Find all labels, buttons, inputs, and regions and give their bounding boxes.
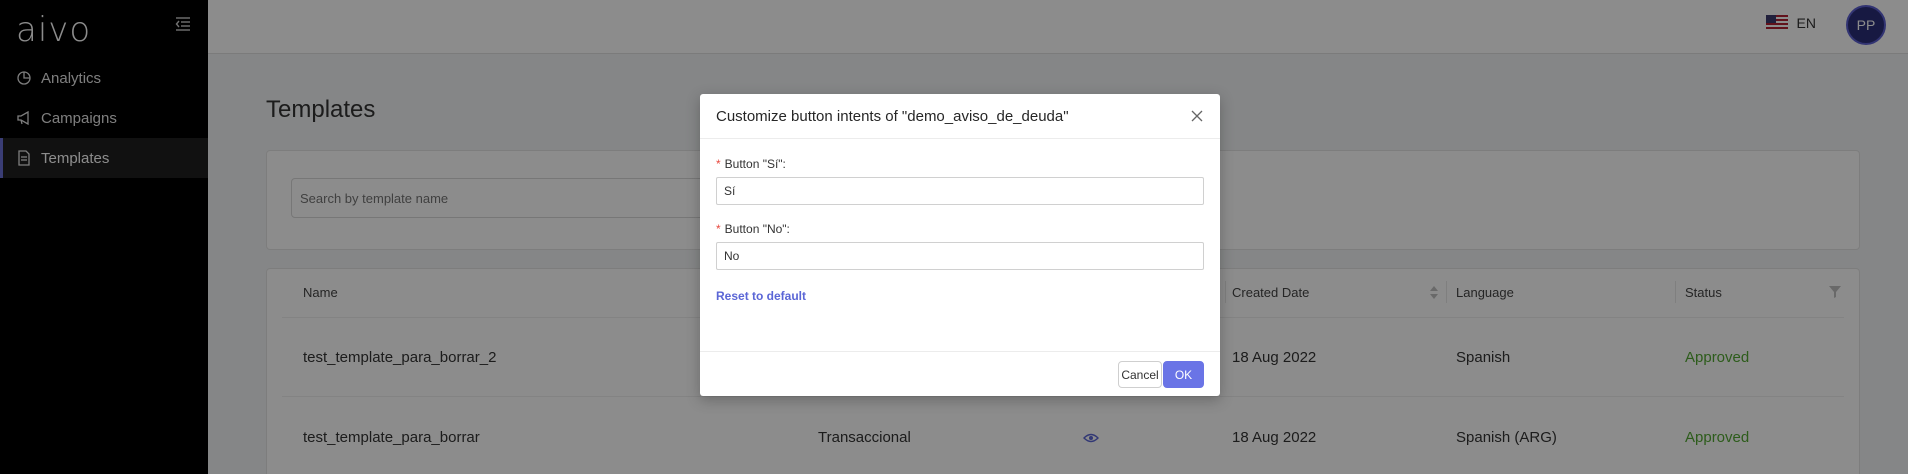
modal-body: * Button "Sí": * Button "No": Reset to d…: [700, 139, 1220, 305]
cancel-button[interactable]: Cancel: [1118, 361, 1162, 388]
required-mark: *: [716, 222, 721, 236]
modal-header: Customize button intents of "demo_aviso_…: [700, 94, 1220, 139]
close-icon[interactable]: [1190, 109, 1204, 123]
customize-intents-modal: Customize button intents of "demo_aviso_…: [700, 94, 1220, 396]
ok-button[interactable]: OK: [1163, 361, 1204, 388]
modal-footer: Cancel OK: [700, 351, 1220, 396]
field-label-no: * Button "No":: [716, 222, 1204, 236]
field-label-text: Button "Sí":: [724, 157, 786, 171]
button-no-input[interactable]: [716, 242, 1204, 270]
required-mark: *: [716, 157, 721, 171]
field-label-si: * Button "Sí":: [716, 157, 1204, 171]
button-si-input[interactable]: [716, 177, 1204, 205]
reset-to-default-link[interactable]: Reset to default: [716, 289, 806, 303]
modal-title: Customize button intents of "demo_aviso_…: [716, 107, 1069, 125]
field-label-text: Button "No":: [724, 222, 790, 236]
